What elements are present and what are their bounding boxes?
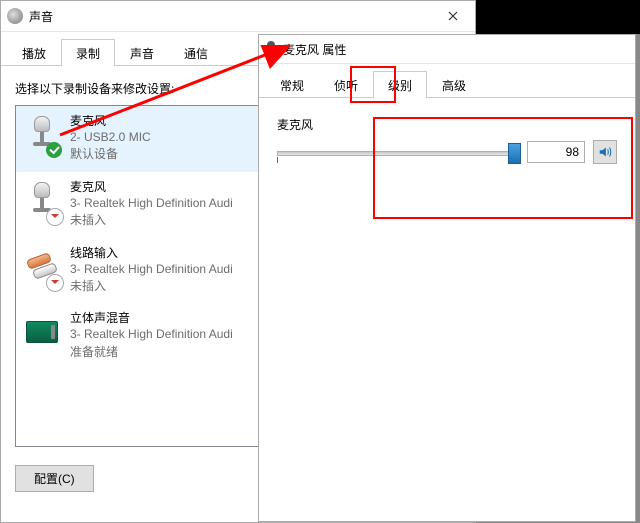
slider-track xyxy=(277,151,519,156)
unplugged-icon xyxy=(46,208,64,226)
props-body: 麦克风 98 xyxy=(259,98,635,185)
mic-properties-dialog: 麦克风 属性 常规 侦听 级别 高级 麦克风 98 xyxy=(258,34,636,522)
device-text: 立体声混音 3- Realtek High Definition Audi 准备… xyxy=(70,309,233,361)
mic-level-value[interactable]: 98 xyxy=(527,141,585,163)
sound-card-icon xyxy=(26,321,58,343)
device-name: 立体声混音 xyxy=(70,309,233,326)
device-status: 默认设备 xyxy=(70,146,151,163)
tab-levels[interactable]: 级别 xyxy=(373,71,427,98)
device-icon xyxy=(24,178,60,226)
device-desc: 3- Realtek High Definition Audi xyxy=(70,261,233,278)
device-desc: 2- USB2.0 MIC xyxy=(70,129,151,146)
device-text: 麦克风 3- Realtek High Definition Audi 未插入 xyxy=(70,178,233,230)
props-titlebar: 麦克风 属性 xyxy=(259,35,635,64)
props-title: 麦克风 属性 xyxy=(283,41,346,58)
slider-thumb[interactable] xyxy=(508,143,521,164)
sound-app-icon xyxy=(7,8,23,24)
sound-close-button[interactable] xyxy=(431,1,475,31)
tab-communications[interactable]: 通信 xyxy=(169,39,223,66)
level-row: 98 xyxy=(277,137,617,167)
tab-advanced[interactable]: 高级 xyxy=(427,71,481,98)
tab-recording[interactable]: 录制 xyxy=(61,39,115,66)
tab-listen[interactable]: 侦听 xyxy=(319,71,373,98)
background-black-bar xyxy=(476,0,640,34)
device-status: 未插入 xyxy=(70,278,233,295)
props-tabs: 常规 侦听 级别 高级 xyxy=(259,64,635,98)
device-icon xyxy=(24,112,60,160)
close-icon xyxy=(448,11,458,21)
microphone-icon xyxy=(32,116,52,142)
device-icon xyxy=(24,244,60,292)
device-desc: 3- Realtek High Definition Audi xyxy=(70,326,233,343)
microphone-icon xyxy=(32,182,52,208)
device-name: 麦克风 xyxy=(70,112,151,129)
slider-tick-min xyxy=(277,157,278,163)
device-status: 准备就绪 xyxy=(70,344,233,361)
mic-level-slider[interactable] xyxy=(277,137,519,167)
sound-title: 声音 xyxy=(29,8,431,25)
mute-toggle-button[interactable] xyxy=(593,140,617,164)
device-name: 线路输入 xyxy=(70,244,233,261)
device-desc: 3- Realtek High Definition Audi xyxy=(70,195,233,212)
microphone-icon xyxy=(265,41,277,57)
level-label: 麦克风 xyxy=(277,116,617,133)
device-icon xyxy=(24,309,60,357)
tab-general[interactable]: 常规 xyxy=(265,71,319,98)
tab-playback[interactable]: 播放 xyxy=(7,39,61,66)
device-status: 未插入 xyxy=(70,212,233,229)
device-text: 麦克风 2- USB2.0 MIC 默认设备 xyxy=(70,112,151,164)
configure-button[interactable]: 配置(C) xyxy=(15,465,94,492)
unplugged-icon xyxy=(46,274,64,292)
speaker-icon xyxy=(598,145,612,159)
sound-titlebar: 声音 xyxy=(1,1,475,32)
default-check-icon xyxy=(46,142,62,158)
device-name: 麦克风 xyxy=(70,178,233,195)
device-text: 线路输入 3- Realtek High Definition Audi 未插入 xyxy=(70,244,233,296)
tab-sounds[interactable]: 声音 xyxy=(115,39,169,66)
